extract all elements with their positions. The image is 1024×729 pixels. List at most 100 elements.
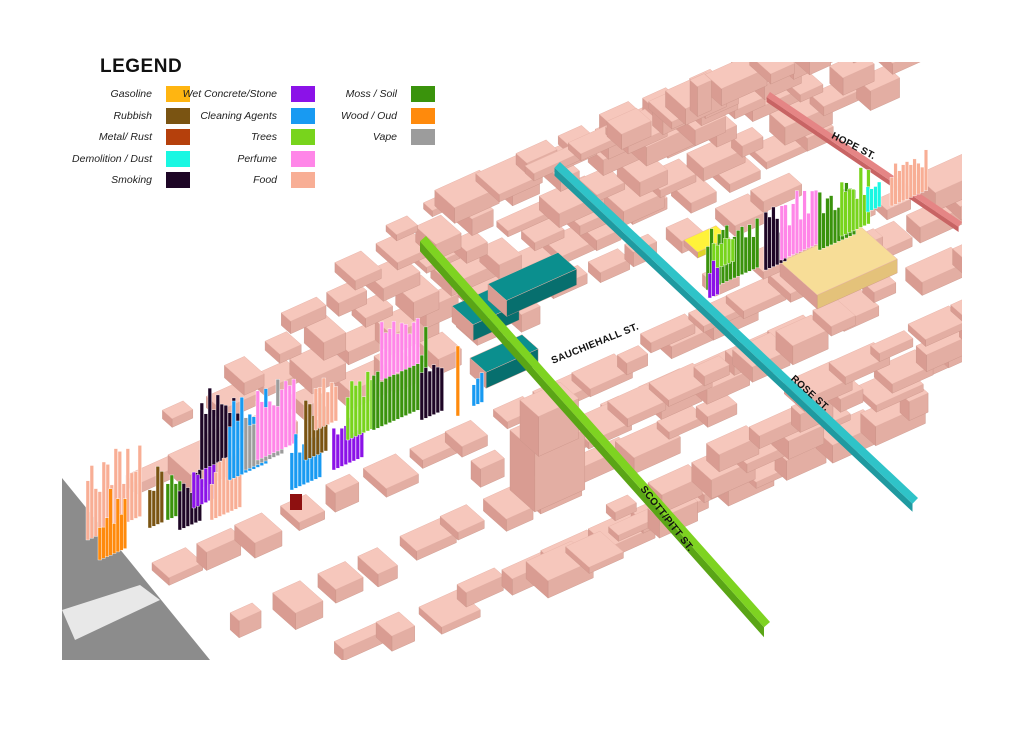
building-side bbox=[853, 62, 857, 64]
smell-bar bbox=[353, 385, 358, 437]
smell-bar bbox=[361, 396, 366, 434]
legend-label: Cleaning Agents bbox=[200, 109, 277, 122]
building-top bbox=[832, 1, 881, 31]
smell-bar bbox=[329, 382, 334, 423]
smell-bar bbox=[255, 390, 260, 461]
building-side bbox=[892, 62, 921, 75]
building-side bbox=[901, 0, 918, 17]
smell-bar bbox=[431, 364, 436, 415]
building-top bbox=[891, 0, 952, 12]
smell-bar bbox=[791, 203, 796, 256]
building-side bbox=[917, 0, 944, 16]
smell-bar bbox=[283, 380, 288, 448]
smell-bar bbox=[740, 226, 745, 275]
smell-bar bbox=[165, 483, 170, 521]
smell-bar bbox=[423, 367, 428, 419]
smell-bar bbox=[877, 181, 882, 208]
smell-bar bbox=[185, 487, 190, 527]
smell-bar bbox=[247, 425, 252, 469]
smell-bar bbox=[215, 394, 220, 463]
smell-bar bbox=[387, 328, 392, 377]
smell-bar bbox=[303, 400, 308, 461]
smell-bar bbox=[411, 322, 416, 366]
smell-bar bbox=[97, 527, 102, 561]
smell-bar bbox=[159, 471, 164, 523]
smell-bar bbox=[730, 238, 735, 262]
smell-bar bbox=[147, 489, 152, 529]
building-top bbox=[789, 28, 831, 56]
smell-bar bbox=[889, 177, 894, 207]
smell-bar bbox=[321, 377, 326, 427]
smell-bar bbox=[173, 483, 178, 517]
smell-bar bbox=[727, 238, 732, 264]
smell-bar bbox=[108, 488, 113, 556]
smell-bar bbox=[905, 161, 910, 200]
building-side bbox=[892, 0, 926, 25]
building-side bbox=[852, 62, 855, 64]
building-top bbox=[857, 0, 895, 20]
legend: LEGEND Gasoline Rubbish Metal/ Rust Demolit… bbox=[60, 52, 460, 202]
smell-bar bbox=[345, 397, 350, 441]
legend-label: Wood / Oud bbox=[340, 109, 397, 122]
smell-bar bbox=[399, 322, 404, 372]
smell-bar bbox=[333, 386, 338, 422]
legend-item: Cleaning Agents bbox=[185, 107, 315, 128]
smell-bar bbox=[89, 465, 94, 539]
smell-bar bbox=[743, 236, 748, 274]
smell-bar bbox=[908, 164, 913, 198]
smell-bar bbox=[869, 188, 874, 211]
building-side bbox=[848, 14, 860, 35]
building-side bbox=[899, 24, 925, 51]
smell-bar bbox=[129, 472, 134, 521]
smell-bar bbox=[235, 420, 240, 477]
building-side bbox=[898, 0, 913, 16]
building-top bbox=[807, 28, 839, 48]
smell-bar bbox=[855, 198, 860, 230]
smell-bar bbox=[101, 526, 106, 559]
legend-swatch bbox=[411, 107, 435, 124]
building-top bbox=[789, 62, 799, 65]
building-side bbox=[825, 17, 864, 52]
legend-label: Metal/ Rust bbox=[98, 131, 152, 143]
smell-bar bbox=[407, 359, 412, 415]
smell-bar bbox=[383, 332, 388, 379]
smell-bar bbox=[435, 366, 440, 414]
smell-bar bbox=[213, 472, 218, 519]
building-side bbox=[964, 296, 1009, 323]
legend-label: Perfume bbox=[237, 152, 277, 165]
smell-bar bbox=[243, 417, 248, 471]
smell-bar bbox=[775, 218, 780, 266]
building-top bbox=[958, 325, 962, 330]
building-side bbox=[837, 23, 884, 57]
building-side bbox=[912, 0, 953, 16]
building-side bbox=[850, 17, 882, 41]
smell-bar bbox=[365, 371, 370, 432]
legend-label: Gasoline bbox=[110, 88, 152, 100]
smell-bar bbox=[767, 216, 772, 269]
smell-bar bbox=[920, 166, 925, 193]
legend-item: Vape bbox=[305, 129, 435, 149]
building-side bbox=[908, 0, 952, 22]
building-top bbox=[815, 12, 869, 42]
smell-bar bbox=[847, 188, 852, 233]
smell-bar bbox=[403, 324, 408, 370]
smell-bar bbox=[407, 333, 412, 368]
building-top bbox=[794, 37, 834, 60]
smell-bar bbox=[798, 218, 803, 252]
smell-bar bbox=[755, 218, 760, 268]
legend-label: Vape bbox=[372, 131, 397, 143]
building-top bbox=[836, 16, 903, 54]
smell-bar bbox=[897, 170, 902, 203]
smell-bar bbox=[427, 370, 432, 417]
smell-bar bbox=[275, 406, 280, 452]
legend-label: Demolition / Dust bbox=[72, 152, 152, 165]
smell-bar bbox=[723, 238, 728, 266]
smell-bar bbox=[239, 397, 244, 475]
smell-bar bbox=[858, 167, 863, 228]
smell-bar bbox=[181, 483, 186, 529]
smell-bar bbox=[787, 224, 792, 257]
smell-bar bbox=[851, 189, 856, 232]
building-side bbox=[781, 62, 784, 64]
legend-item: Gasoline bbox=[60, 86, 190, 106]
smell-bar bbox=[211, 409, 216, 465]
